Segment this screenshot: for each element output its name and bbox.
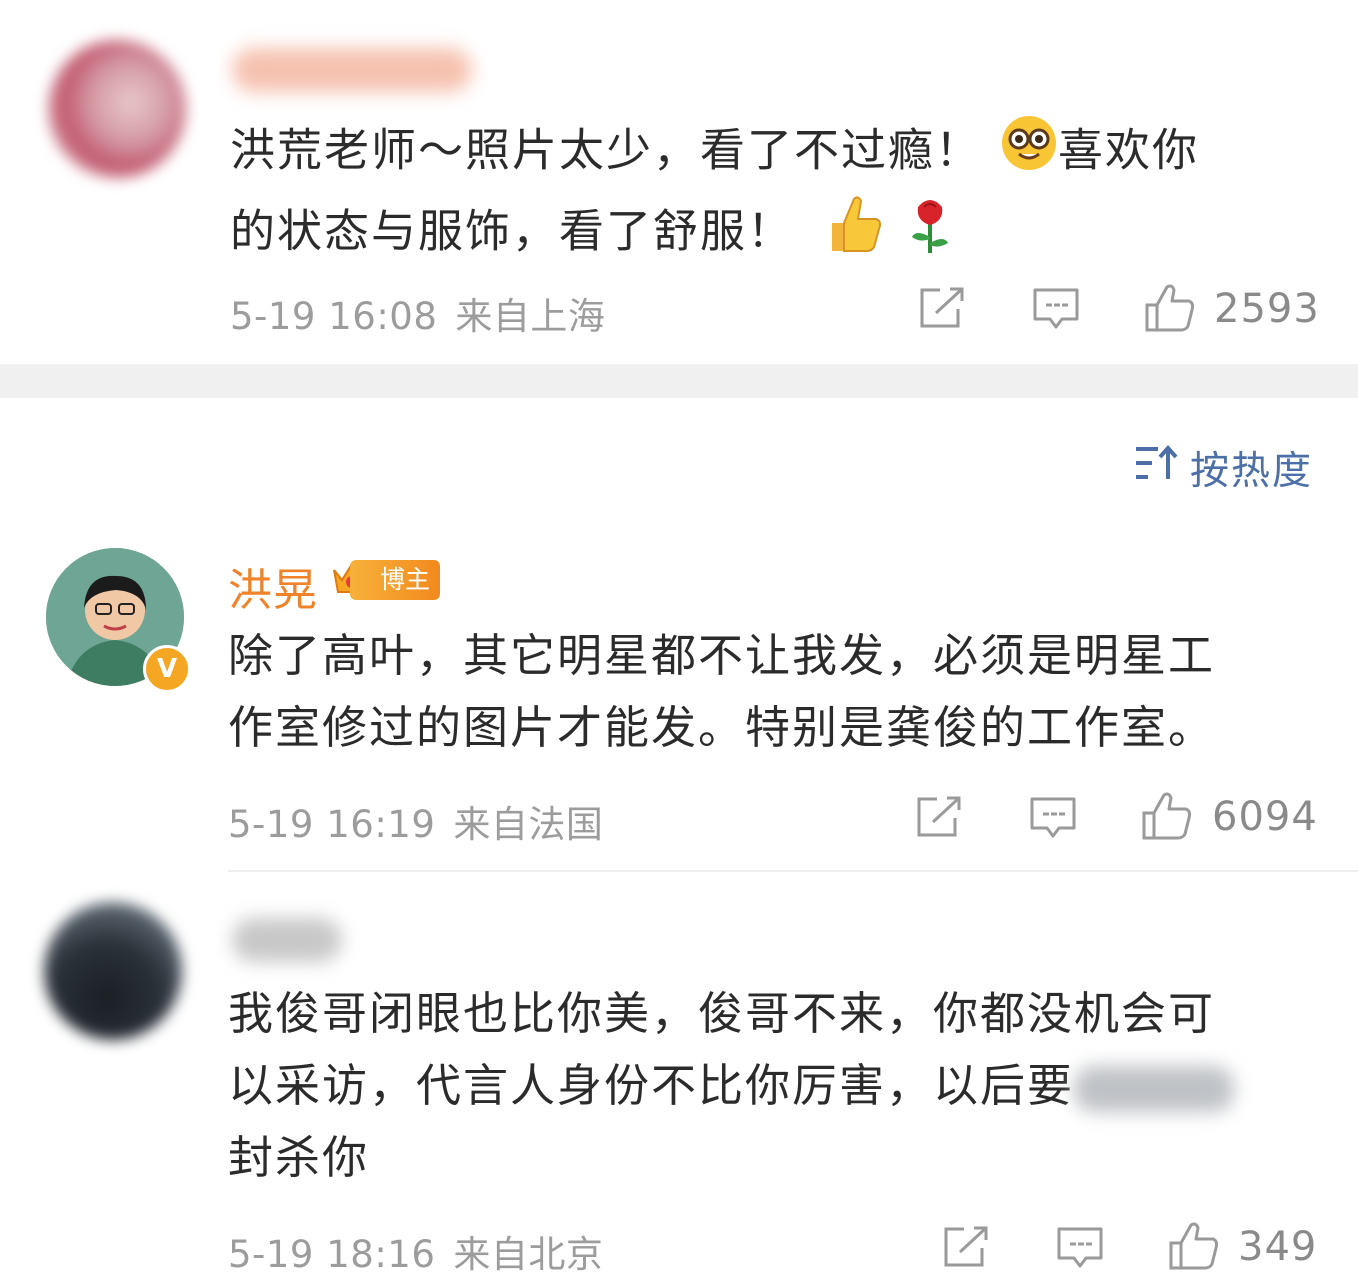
redacted-text: [1074, 1066, 1235, 1112]
like-icon[interactable]: [1144, 283, 1196, 337]
comment-location: 来自法国: [453, 803, 604, 846]
username-blurred[interactable]: [232, 48, 472, 92]
comment-text: 洪荒老师～照片太少，看了不过瘾！ 喜欢你 的状态与服饰，看了舒服！: [230, 114, 1310, 276]
like-count: 349: [1238, 1224, 1318, 1270]
avatar[interactable]: [44, 902, 182, 1040]
blogger-badge: 博主: [330, 557, 441, 603]
comment-location: 来自上海: [455, 295, 606, 338]
nerd-face-emoji: [1000, 114, 1058, 193]
comment-item: V 洪晃 博主 除了高叶，其它明星都不让我发，必须是明星工 作室修过的图片才能发。…: [0, 520, 1358, 870]
comment-location: 来自北京: [453, 1233, 604, 1276]
comment-meta: 5-19 18:16 来自北京: [228, 1224, 603, 1278]
comment-meta: 5-19 16:19 来自法国: [228, 794, 603, 848]
share-icon[interactable]: [942, 1226, 990, 1272]
sort-icon: [1134, 443, 1178, 493]
like-icon[interactable]: [1168, 1221, 1220, 1275]
thumbs-up-emoji: [824, 193, 884, 276]
comment-item: 我俊哥闭眼也比你美，俊哥不来，你都没机会可 以采访，代言人身份不比你厉害，以后要封…: [0, 880, 1358, 1280]
avatar[interactable]: [48, 40, 186, 178]
comment-time: 5-19 18:16: [228, 1233, 436, 1276]
blogger-badge-label: 博主: [350, 560, 441, 600]
comment-divider: [228, 870, 1358, 872]
comment-text: 除了高叶，其它明星都不让我发，必须是明星工 作室修过的图片才能发。特别是龚俊的工作…: [228, 629, 1216, 754]
like-count: 6094: [1212, 794, 1318, 840]
verified-badge: V: [143, 645, 191, 693]
share-icon[interactable]: [915, 796, 963, 842]
comment-text: 我俊哥闭眼也比你美，俊哥不来，你都没机会可 以采访，代言人身份不比你厉害，以后要封…: [228, 978, 1328, 1194]
comment-time: 5-19 16:08: [230, 295, 438, 338]
comment-time: 5-19 16:19: [228, 803, 436, 846]
like-count: 2593: [1214, 286, 1320, 332]
sort-toggle[interactable]: 按热度: [1134, 442, 1313, 494]
share-icon[interactable]: [918, 287, 966, 333]
username[interactable]: 洪晃: [228, 554, 318, 618]
comment-icon[interactable]: [1029, 796, 1077, 844]
comment-icon[interactable]: [1032, 287, 1080, 335]
like-icon[interactable]: [1141, 791, 1193, 845]
username-blurred[interactable]: [232, 918, 342, 962]
section-divider: [0, 364, 1358, 398]
comment-item: 洪荒老师～照片太少，看了不过瘾！ 喜欢你 的状态与服饰，看了舒服！ 5-19 1…: [0, 0, 1358, 364]
rose-emoji: [906, 193, 954, 276]
comment-meta: 5-19 16:08 来自上海: [230, 286, 605, 340]
comment-icon[interactable]: [1056, 1226, 1104, 1274]
sort-label: 按热度: [1190, 449, 1314, 494]
